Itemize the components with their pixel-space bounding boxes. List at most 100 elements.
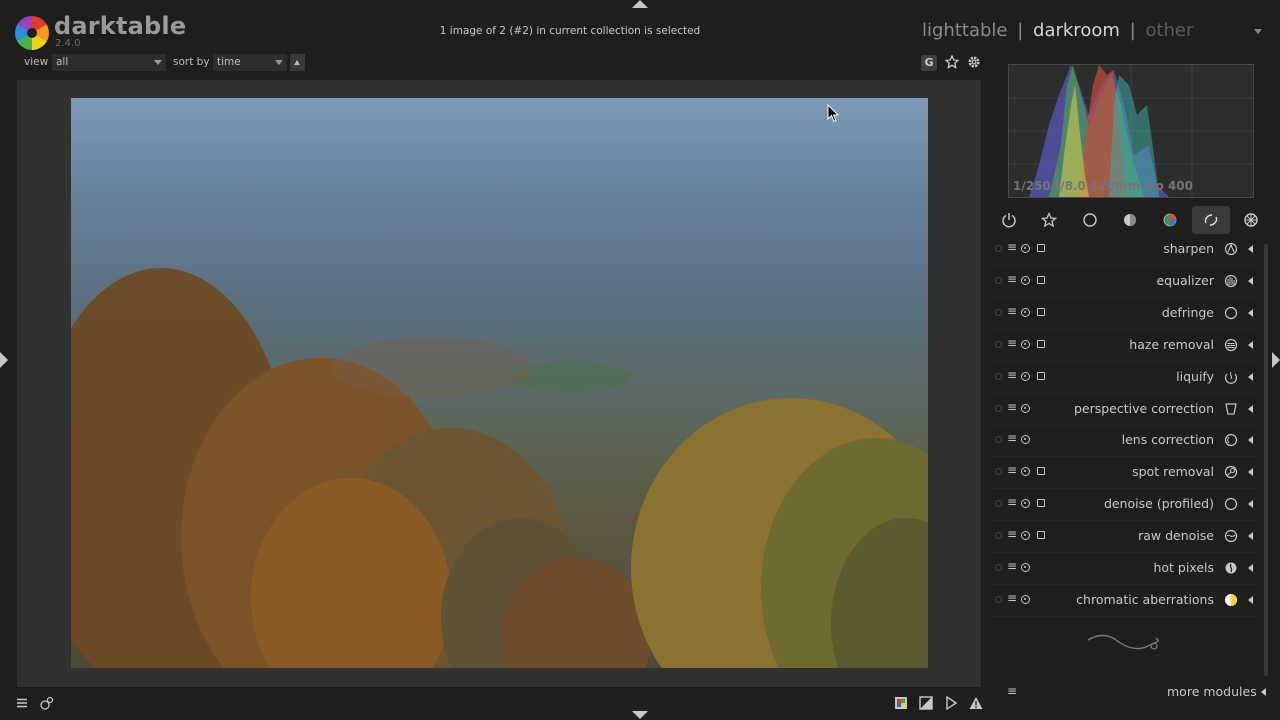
module-presets-icon[interactable]: ≡	[1007, 591, 1017, 605]
module-name[interactable]: sharpen	[1163, 241, 1214, 256]
module-expand-icon[interactable]	[1248, 245, 1253, 253]
module-presets-icon[interactable]: ≡	[1007, 240, 1017, 254]
module-name[interactable]: lens correction	[1122, 432, 1214, 447]
grouping-button[interactable]: G	[921, 55, 937, 71]
gear-icon[interactable]	[966, 55, 982, 71]
module-row[interactable]: ≡ chromatic aberrations	[990, 585, 1260, 617]
view-lighttable[interactable]: lighttable	[922, 20, 1007, 41]
module-name[interactable]: spot removal	[1132, 464, 1214, 479]
chevron-down-icon[interactable]	[1254, 29, 1262, 34]
module-row[interactable]: ≡ equalizer	[990, 266, 1260, 298]
module-power-icon[interactable]	[1021, 563, 1030, 572]
module-mask-icon[interactable]	[1037, 467, 1045, 476]
module-expand-icon[interactable]	[1248, 404, 1253, 413]
module-row[interactable]: ≡ liquify	[990, 362, 1260, 394]
module-name[interactable]: liquify	[1176, 369, 1214, 384]
module-power-icon[interactable]	[1021, 339, 1030, 349]
module-presets-icon[interactable]: ≡	[1007, 559, 1017, 573]
module-row[interactable]: ≡ lens correction	[990, 425, 1260, 458]
module-mask-icon[interactable]	[1037, 244, 1045, 252]
module-power-icon[interactable]	[1021, 371, 1030, 381]
more-modules-menu-icon[interactable]: ≡	[1007, 684, 1017, 698]
edited-photo[interactable]	[71, 98, 928, 668]
module-name[interactable]: raw denoise	[1138, 528, 1214, 543]
module-power-icon[interactable]	[1021, 594, 1030, 604]
module-row[interactable]: ≡ haze removal	[990, 330, 1260, 362]
bottom-panel-toggle[interactable]	[632, 711, 648, 719]
menu-icon[interactable]	[14, 695, 30, 711]
module-expand-icon[interactable]	[1248, 340, 1253, 349]
view-filter-select[interactable]: all	[52, 54, 166, 71]
module-row[interactable]: ≡ hot pixels	[990, 553, 1260, 585]
basic-group-icon[interactable]	[1078, 209, 1102, 233]
module-expand-icon[interactable]	[1248, 276, 1253, 285]
effects-group-icon[interactable]	[1239, 209, 1263, 233]
module-power-icon[interactable]	[1021, 275, 1030, 285]
module-mask-icon[interactable]	[1037, 371, 1045, 380]
sort-select[interactable]: time	[213, 54, 287, 71]
module-presets-icon[interactable]: ≡	[1007, 368, 1017, 382]
presets-icon[interactable]	[39, 695, 55, 711]
overexposed-indicator-icon[interactable]	[918, 695, 934, 711]
module-row[interactable]: ≡ sharpen	[990, 234, 1260, 266]
module-name[interactable]: chromatic aberrations	[1076, 592, 1214, 607]
module-expand-icon[interactable]	[1248, 372, 1253, 381]
module-power-icon[interactable]	[1021, 307, 1030, 317]
module-presets-icon[interactable]: ≡	[1007, 463, 1017, 477]
favourites-icon[interactable]	[1037, 209, 1061, 233]
module-row[interactable]: ≡ spot removal	[990, 457, 1260, 490]
module-presets-icon[interactable]: ≡	[1007, 527, 1017, 541]
module-mask-icon[interactable]	[1037, 499, 1045, 508]
module-mask-icon[interactable]	[1037, 307, 1045, 316]
module-row[interactable]: ≡ defringe	[990, 298, 1260, 330]
tone-group-icon[interactable]	[1118, 209, 1142, 233]
right-panel-toggle[interactable]	[1272, 352, 1280, 368]
module-power-icon[interactable]	[1021, 499, 1030, 509]
module-presets-icon[interactable]: ≡	[1007, 336, 1017, 350]
module-mask-icon[interactable]	[1037, 531, 1045, 540]
histogram[interactable]	[1008, 64, 1254, 198]
module-name[interactable]: haze removal	[1129, 337, 1214, 352]
module-name[interactable]: equalizer	[1156, 273, 1214, 288]
module-power-icon[interactable]	[1021, 403, 1030, 413]
more-modules-expand-icon[interactable]	[1261, 688, 1266, 696]
module-presets-icon[interactable]: ≡	[1007, 431, 1017, 445]
sort-direction-button[interactable]	[290, 54, 305, 71]
module-power-icon[interactable]	[1021, 244, 1030, 253]
left-panel-toggle[interactable]	[0, 352, 8, 368]
active-modules-icon[interactable]	[997, 209, 1021, 233]
gamut-check-icon[interactable]	[968, 695, 984, 711]
softproof-icon[interactable]	[943, 695, 959, 711]
module-name[interactable]: defringe	[1162, 305, 1214, 320]
module-mask-icon[interactable]	[1037, 339, 1045, 348]
module-row[interactable]: ≡ perspective correction	[990, 394, 1260, 426]
view-other[interactable]: other	[1145, 20, 1193, 41]
module-presets-icon[interactable]: ≡	[1007, 304, 1017, 318]
module-expand-icon[interactable]	[1248, 468, 1253, 477]
color-group-icon[interactable]	[1158, 209, 1182, 233]
star-icon[interactable]	[944, 54, 960, 71]
module-expand-icon[interactable]	[1248, 436, 1253, 445]
module-expand-icon[interactable]	[1248, 308, 1253, 317]
module-presets-icon[interactable]: ≡	[1007, 400, 1017, 414]
module-presets-icon[interactable]: ≡	[1007, 495, 1017, 509]
module-row[interactable]: ≡ denoise (profiled)	[990, 489, 1260, 522]
module-name[interactable]: hot pixels	[1153, 560, 1214, 575]
module-expand-icon[interactable]	[1248, 532, 1253, 541]
module-power-icon[interactable]	[1021, 531, 1030, 541]
module-power-icon[interactable]	[1021, 435, 1030, 445]
more-modules-label[interactable]: more modules	[1167, 684, 1257, 699]
module-name[interactable]: perspective correction	[1074, 401, 1214, 416]
color-assessment-icon[interactable]	[893, 695, 909, 711]
module-row[interactable]: ≡ raw denoise	[990, 521, 1260, 554]
top-panel-toggle[interactable]	[632, 0, 648, 8]
module-power-icon[interactable]	[1021, 467, 1030, 477]
module-mask-icon[interactable]	[1037, 275, 1045, 284]
module-scrollbar[interactable]	[1264, 244, 1268, 676]
correction-group-icon[interactable]	[1199, 209, 1223, 233]
module-expand-icon[interactable]	[1248, 500, 1253, 509]
module-name[interactable]: denoise (profiled)	[1104, 496, 1214, 511]
module-expand-icon[interactable]	[1248, 595, 1253, 604]
module-expand-icon[interactable]	[1248, 564, 1253, 572]
module-presets-icon[interactable]: ≡	[1007, 272, 1017, 286]
